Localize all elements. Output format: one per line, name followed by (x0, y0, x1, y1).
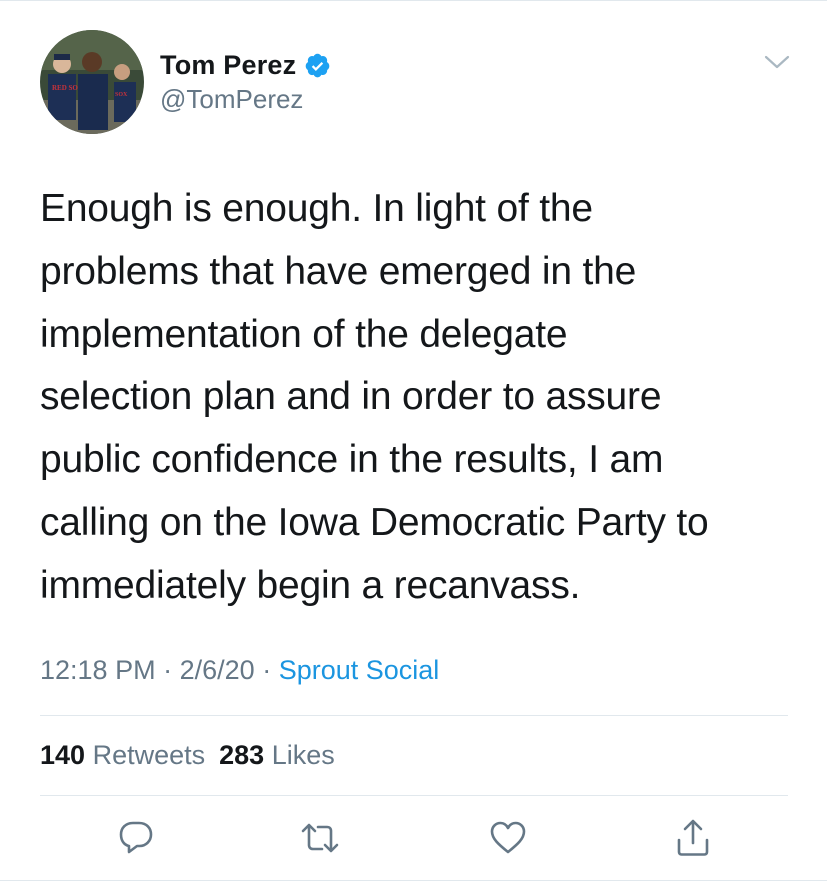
top-divider (0, 0, 827, 1)
tweet-time[interactable]: 12:18 PM (40, 655, 156, 685)
meta-separator: · (262, 655, 279, 685)
tweet-meta: 12:18 PM · 2/6/20 · Sprout Social (40, 655, 439, 686)
avatar[interactable]: RED SOX SOX (40, 30, 144, 134)
author-name-row[interactable]: Tom Perez (160, 48, 331, 82)
meta-separator: · (163, 655, 180, 685)
divider (40, 795, 788, 796)
like-button[interactable] (488, 818, 528, 858)
likes-stat[interactable]: 283 Likes (219, 740, 335, 770)
retweets-count: 140 (40, 740, 86, 770)
reply-button[interactable] (116, 818, 156, 858)
profile-photo-icon: RED SOX SOX (40, 30, 144, 134)
svg-text:SOX: SOX (115, 92, 128, 98)
verified-badge-icon (304, 52, 331, 79)
chevron-down-icon[interactable] (764, 52, 790, 72)
tweet-text-line: public confidence in the results, I am (40, 438, 664, 482)
engagement-stats: 140 Retweets 283 Likes (40, 740, 335, 771)
tweet-text-line: Enough is enough. In light of the (40, 187, 593, 230)
tweet-date[interactable]: 2/6/20 (180, 655, 255, 685)
source-link[interactable]: Sprout Social (279, 655, 440, 685)
divider (40, 715, 788, 716)
share-icon (677, 819, 709, 856)
share-button[interactable] (673, 818, 713, 858)
retweets-stat[interactable]: 140 Retweets (40, 740, 205, 770)
likes-label: Likes (271, 740, 335, 770)
retweets-label: Retweets (92, 740, 206, 770)
reply-icon (119, 821, 153, 854)
tweet-text-line: calling on the Iowa Democratic Party to (40, 500, 709, 544)
tweet-text-line: selection plan and in order to assure (40, 375, 662, 419)
display-name[interactable]: Tom Perez (160, 50, 296, 81)
bottom-divider (0, 880, 827, 881)
tweet-text-line: problems that have emerged in the (40, 249, 637, 293)
retweet-icon (301, 823, 339, 853)
likes-count: 283 (219, 740, 265, 770)
author-handle[interactable]: @TomPerez (160, 84, 303, 115)
retweet-button[interactable] (300, 818, 340, 858)
tweet-text-line: immediately begin a recanvass. (40, 563, 581, 607)
tweet-text: Enough is enough. In light of the proble… (40, 178, 800, 618)
tweet-text-line: implementation of the delegate (40, 312, 568, 356)
heart-icon (490, 821, 526, 854)
